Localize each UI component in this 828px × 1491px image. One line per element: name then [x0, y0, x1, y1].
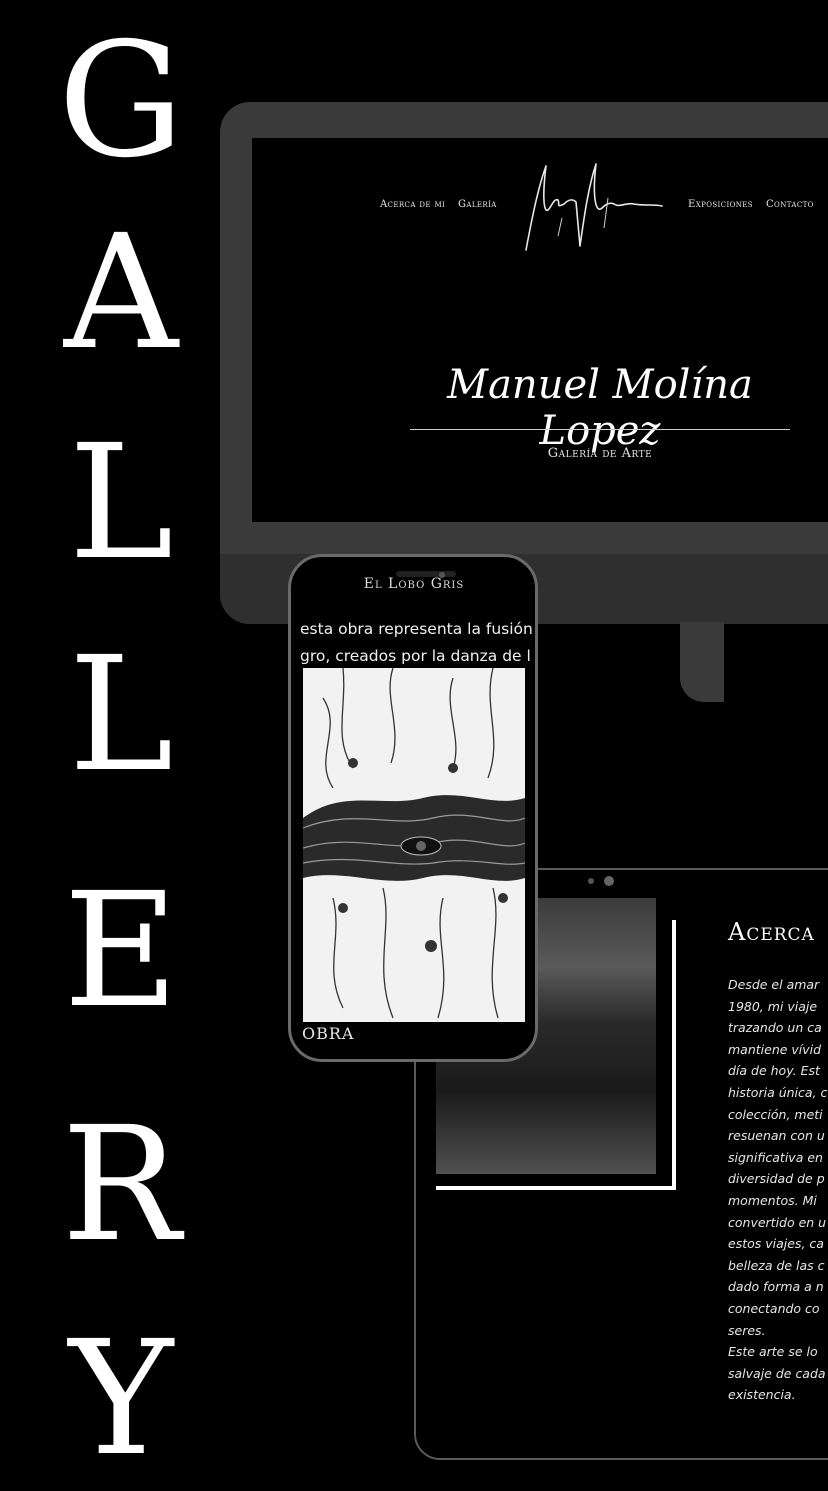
phone-speaker	[396, 571, 456, 577]
monitor-stand	[680, 622, 724, 702]
gallery-letter-l: L	[68, 411, 174, 595]
gallery-letter-g: G	[57, 9, 185, 193]
about-line: dado forma a n	[728, 1279, 824, 1295]
nav-about-link[interactable]: Acerca de mi	[380, 199, 445, 210]
tablet-camera	[604, 876, 614, 886]
artwork-drawing	[303, 668, 525, 1022]
phone-description-line-1: esta obra representa la fusión	[300, 620, 533, 638]
tablet-camera-dot	[588, 878, 594, 884]
about-line: día de hoy. Est	[728, 1063, 820, 1079]
tablet-about-text: Desde el amar 1980, mi viaje trazando un…	[728, 974, 828, 1406]
about-line: conectando co	[728, 1300, 820, 1316]
nav-gallery-link[interactable]: Galería	[458, 199, 497, 210]
signature-logo[interactable]	[518, 158, 668, 258]
phone-artwork-title: El Lobo Gris	[363, 576, 465, 592]
about-line: trazando un ca	[728, 1020, 822, 1036]
about-line: estos viajes, ca	[728, 1236, 824, 1252]
phone-camera	[439, 572, 445, 578]
gallery-letter-l2: L	[68, 623, 174, 807]
about-line: resuenan con u	[728, 1128, 825, 1144]
hero-title: Manuel Molína Lopez	[447, 362, 753, 454]
about-line: mantiene vívid	[728, 1041, 822, 1057]
gallery-letter-r: R	[61, 1093, 181, 1277]
about-line: convertido en u	[728, 1214, 827, 1230]
about-line: Desde el amar	[728, 977, 820, 992]
gallery-letter-y: Y	[68, 1307, 174, 1491]
phone-section-label: OBRA	[302, 1024, 355, 1043]
nav-exhibitions-link[interactable]: Exposiciones	[688, 199, 753, 210]
hero-subtitle: Galería de Arte	[547, 446, 653, 461]
phone-artwork-image[interactable]	[303, 668, 525, 1022]
nav-contact-link[interactable]: Contacto	[766, 199, 814, 210]
about-line: belleza de las c	[728, 1257, 825, 1273]
about-line: colección, meti	[728, 1106, 823, 1122]
about-line: seres.	[728, 1322, 766, 1338]
gallery-letter-e: E	[63, 859, 179, 1043]
about-line: diversidad de p	[728, 1171, 825, 1187]
about-line: 1980, mi viaje	[728, 998, 818, 1014]
phone-description-line-2: gro, creados por la danza de l	[300, 647, 531, 665]
about-line: existencia.	[728, 1387, 796, 1403]
tablet-about-heading: Acerca	[728, 918, 815, 946]
about-line: significativa en	[728, 1149, 823, 1165]
about-line: Este arte se lo	[728, 1344, 818, 1360]
hero-divider	[410, 429, 790, 430]
about-line: salvaje de cada	[728, 1365, 826, 1381]
about-line: historia única, c	[728, 1084, 828, 1100]
gallery-letter-a: A	[63, 201, 179, 385]
about-line: momentos. Mi	[728, 1192, 817, 1208]
